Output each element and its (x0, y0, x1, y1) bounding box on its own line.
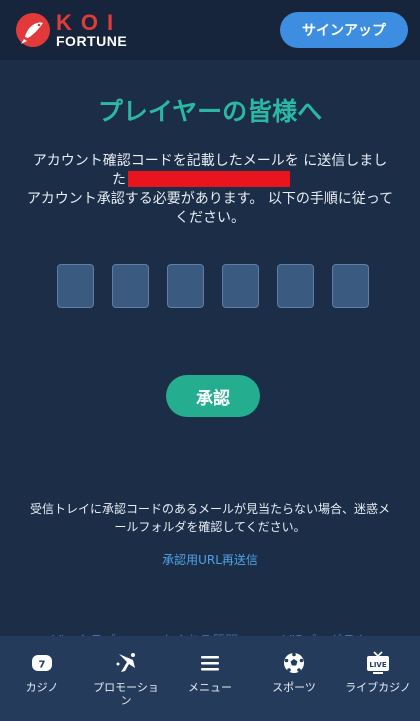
message-line: アカウント確認コードを記載したメールを に送信しまし (32, 153, 388, 169)
confirmation-message: アカウント確認コードを記載したメールを に送信しまし た アカウント承認する必要… (10, 152, 410, 228)
bottom-nav: 7 カジノ プロモーション メニュー スポーツ LIVE ライブカジノ (0, 636, 420, 721)
svg-text:LIVE: LIVE (369, 661, 386, 669)
nav-item-casino[interactable]: 7 カジノ (2, 650, 82, 694)
page-title: プレイヤーの皆様へ (97, 97, 323, 126)
message-line: アカウント承認する必要があります。 以下の手順に従って (26, 191, 394, 207)
code-digit-input[interactable] (277, 264, 314, 308)
koi-fish-icon (16, 13, 50, 47)
live-tv-icon: LIVE (365, 650, 391, 676)
spam-folder-hint: 受信トレイに承認コードのあるメールが見当たらない場合、迷惑メ ールフォルダを確認… (12, 500, 408, 536)
casino-icon: 7 (29, 650, 55, 676)
nav-item-live-casino[interactable]: LIVE ライブカジノ (338, 650, 418, 694)
nav-label: メニュー (188, 681, 232, 694)
promotions-icon (113, 650, 139, 676)
code-digit-input[interactable] (222, 264, 259, 308)
header: KOI FORTUNE サインアップ (0, 0, 420, 60)
nav-label: スポーツ (272, 681, 316, 694)
signup-button[interactable]: サインアップ (280, 12, 408, 48)
nav-label: ライブカジノ (345, 681, 411, 694)
logo-fortune-text: FORTUNE (56, 33, 128, 49)
code-digit-input[interactable] (112, 264, 149, 308)
nav-label: プロモーション (93, 681, 159, 707)
message-line: ください。 (175, 210, 245, 226)
nav-item-menu[interactable]: メニュー (170, 650, 250, 694)
logo[interactable]: KOI FORTUNE (16, 12, 127, 48)
nav-item-promotions[interactable]: プロモーション (86, 650, 166, 707)
nav-item-sports[interactable]: スポーツ (254, 650, 334, 694)
verification-code-inputs (57, 264, 369, 308)
code-digit-input[interactable] (332, 264, 369, 308)
redacted-email-bar (128, 171, 290, 187)
soccer-ball-icon (281, 650, 307, 676)
code-digit-input[interactable] (167, 264, 204, 308)
hint-line: 受信トレイに承認コードのあるメールが見当たらない場合、迷惑メ (29, 502, 390, 516)
hint-line: ールフォルダを確認してください。 (114, 520, 306, 534)
resend-url-link[interactable]: 承認用URL再送信 (0, 551, 420, 568)
nav-label: カジノ (25, 681, 59, 694)
logo-koi-text: KOI (56, 10, 123, 35)
menu-icon (197, 650, 223, 676)
confirm-button[interactable]: 承認 (166, 375, 260, 417)
svg-text:7: 7 (39, 660, 46, 671)
code-digit-input[interactable] (57, 264, 94, 308)
